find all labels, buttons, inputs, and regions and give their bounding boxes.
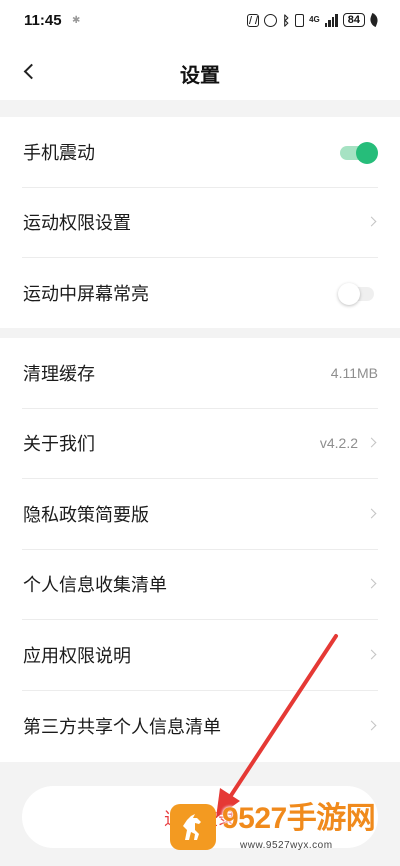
version-value: v4.2.2 [319, 435, 358, 452]
status-bar: 11:45 ✱ ᛒ 4G 84 [0, 0, 400, 44]
settings-row-label: 运动权限设置 [23, 213, 131, 234]
settings-row-about-us[interactable]: 关于我们 v4.2.2 [22, 409, 378, 479]
chevron-right-icon [366, 720, 377, 731]
settings-row-label: 手机震动 [23, 142, 95, 163]
toggle-knob [356, 141, 378, 164]
settings-row-label: 应用权限说明 [23, 645, 131, 666]
status-time: 11:45 [24, 12, 62, 29]
bluetooth-icon: ᛒ [282, 12, 291, 28]
settings-group-1: 手机震动 运动权限设置 运动中屏幕常亮 [0, 117, 400, 328]
settings-row-app-permissions[interactable]: 应用权限说明 [22, 620, 378, 691]
horse-icon [183, 814, 201, 840]
notification-icon: ✱ [72, 15, 81, 26]
chevron-right-icon [366, 437, 377, 448]
chevron-right-icon [366, 216, 377, 227]
vibration-toggle[interactable] [340, 141, 378, 164]
watermark-text: 9527手游网 [222, 802, 376, 835]
chevron-right-icon [366, 578, 377, 589]
settings-row-label: 运动中屏幕常亮 [23, 284, 149, 305]
settings-row-personal-info-list[interactable]: 个人信息收集清单 [22, 550, 378, 620]
page-title: 设置 [180, 65, 220, 87]
settings-row-label: 关于我们 [23, 434, 95, 455]
settings-row-vibration[interactable]: 手机震动 [22, 117, 378, 188]
settings-row-clear-cache[interactable]: 清理缓存 4.11MB [22, 338, 378, 409]
settings-row-label: 隐私政策简要版 [23, 504, 149, 525]
status-icons: ᛒ 4G 84 [247, 12, 380, 28]
screen-always-on-toggle[interactable] [338, 283, 376, 306]
cache-size-value: 4.11MB [330, 364, 378, 381]
nfc-icon [247, 13, 260, 27]
battery-icon: 84 [342, 13, 365, 27]
signal-icon [324, 13, 338, 27]
watermark-logo [170, 804, 216, 850]
watermark: 9527手游网 www.9527wyx.com [170, 800, 396, 864]
settings-row-label: 清理缓存 [23, 363, 95, 384]
watermark-url: www.9527wyx.com [240, 840, 333, 851]
chevron-right-icon [366, 508, 377, 519]
settings-row-privacy-summary[interactable]: 隐私政策简要版 [22, 479, 378, 550]
chevron-right-icon [366, 649, 377, 660]
vibrate-icon [295, 13, 305, 27]
network-type-label: 4G [309, 15, 320, 24]
settings-row-label: 第三方共享个人信息清单 [23, 716, 221, 737]
alarm-icon [264, 13, 278, 27]
settings-group-2: 清理缓存 4.11MB 关于我们 v4.2.2 隐私政策简要版 个人信息收集清单… [0, 338, 400, 762]
toggle-knob [338, 283, 360, 306]
title-bar: 设置 [0, 44, 400, 100]
settings-row-sport-permissions[interactable]: 运动权限设置 [22, 188, 378, 258]
settings-row-third-party-sharing[interactable]: 第三方共享个人信息清单 [22, 691, 378, 762]
settings-row-screen-always-on[interactable]: 运动中屏幕常亮 [22, 258, 378, 329]
battery-saver-icon [368, 12, 380, 28]
settings-row-label: 个人信息收集清单 [23, 575, 167, 596]
